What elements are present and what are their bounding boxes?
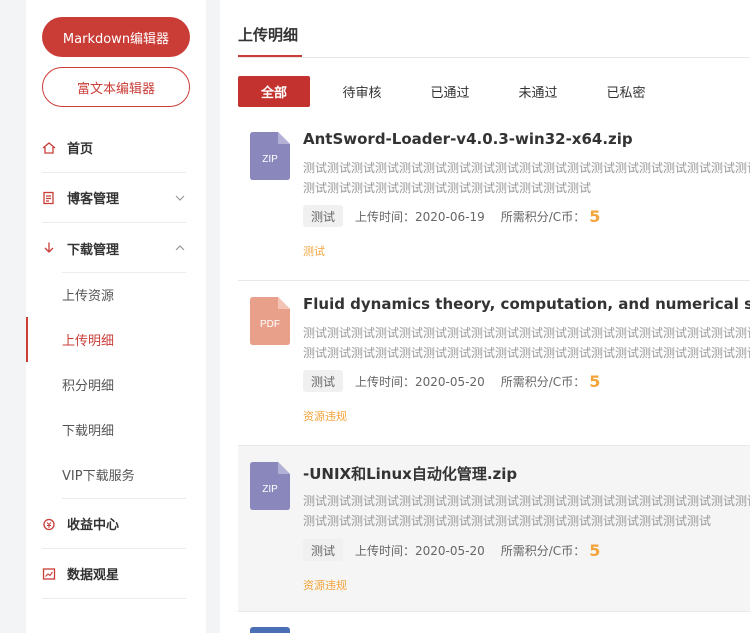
nav-item-blog[interactable]: 博客管理 [42,173,186,223]
status-text: 测试 [303,245,325,258]
item-meta: 测试 上传时间：2020-05-20 所需积分/C币： 5 [303,369,600,393]
points-label: 所需积分/C币： [500,374,586,389]
chart-icon [42,567,56,581]
item-title[interactable]: Fluid dynamics theory, computation, and … [303,295,750,313]
item-description: 测试测试测试测试测试测试测试测试测试测试测试测试测试测试测试测试测试测试测试测试… [303,494,750,528]
nav-label: 下载管理 [67,242,120,258]
nav-label: 收益中心 [67,518,120,533]
item-tag[interactable]: 测试 [303,539,344,561]
status-text: 资源违规 [303,579,347,592]
divider [238,280,750,281]
home-icon [42,141,56,155]
item-meta: 测试 上传时间：2020-05-20 所需积分/C币： 5 [303,538,600,562]
divider [238,611,750,612]
sidebar: Markdown编辑器 富文本编辑器 首页 博客管理 下载管理 上传资源 上传明… [26,0,206,633]
item-meta: 测试 上传时间：2020-06-19 所需积分/C币： 5 [303,204,600,228]
active-indicator [26,317,28,362]
download-icon [42,241,56,255]
nav-label: 首页 [67,142,94,157]
upload-time: 上传时间：2020-05-20 [355,374,485,389]
nav-label: 博客管理 [67,192,120,207]
item-title[interactable]: -UNIX和Linux自动化管理.zip [303,463,517,484]
points-value: 5 [589,206,601,226]
chevron-down-icon [175,195,185,201]
divider [238,57,750,58]
tab-approved[interactable]: 已通过 [414,76,486,107]
nav-item-data[interactable]: 数据观星 [42,549,186,599]
item-description: 测试测试测试测试测试测试测试测试测试测试测试测试测试测试测试测试测试测试测试测试… [303,326,750,360]
item-tag[interactable]: 测试 [303,370,344,392]
sub-item-vip-download[interactable]: VIP下载服务 [62,452,186,497]
main-panel: 上传明细 全部 待审核 已通过 未通过 已私密 ZIP AntSword-Loa… [220,0,750,633]
zip-file-icon: ZIP [250,462,290,510]
status-text: 资源违规 [303,410,347,423]
doc-file-icon [250,627,290,633]
nav-item-download[interactable]: 下载管理 [42,223,186,273]
zip-file-icon: ZIP [250,132,290,180]
points-label: 所需积分/C币： [500,209,586,224]
points-value: 5 [589,540,601,560]
markdown-editor-button[interactable]: Markdown编辑器 [42,17,190,57]
sub-item-upload-detail[interactable]: 上传明细 [62,317,186,362]
richtext-editor-button[interactable]: 富文本编辑器 [42,67,190,107]
sub-item-upload-resource[interactable]: 上传资源 [62,272,186,317]
wallet-icon [42,517,56,531]
sub-item-points-detail[interactable]: 积分明细 [62,362,186,407]
tab-private[interactable]: 已私密 [590,76,662,107]
item-title[interactable]: AntSword-Loader-v4.0.3-win32-x64.zip [303,130,633,148]
list-item[interactable]: ZIP AntSword-Loader-v4.0.3-win32-x64.zip… [238,122,750,287]
tab-pending[interactable]: 待审核 [326,76,398,107]
item-tag[interactable]: 测试 [303,205,344,227]
nav-item-earnings[interactable]: 收益中心 [42,499,186,549]
upload-time: 上传时间：2020-06-19 [355,209,485,224]
list-item[interactable]: ZIP -UNIX和Linux自动化管理.zip 测试测试测试测试测试测试测试测… [238,446,750,611]
sub-item-download-detail[interactable]: 下载明细 [62,407,186,452]
item-description: 测试测试测试测试测试测试测试测试测试测试测试测试测试测试测试测试测试测试测试测试… [303,161,750,195]
list-item[interactable]: PDF Fluid dynamics theory, computation, … [238,287,750,452]
chevron-up-icon [175,245,185,251]
points-value: 5 [589,371,601,391]
pdf-file-icon: PDF [250,297,290,345]
document-icon [42,191,56,205]
tab-all[interactable]: 全部 [238,76,310,107]
title-underline [238,55,302,57]
nav-item-home[interactable]: 首页 [42,123,186,173]
upload-time: 上传时间：2020-05-20 [355,543,485,558]
tab-rejected[interactable]: 未通过 [502,76,574,107]
points-label: 所需积分/C币： [500,543,586,558]
page-title: 上传明细 [238,26,299,44]
nav-label: 数据观星 [67,568,120,583]
